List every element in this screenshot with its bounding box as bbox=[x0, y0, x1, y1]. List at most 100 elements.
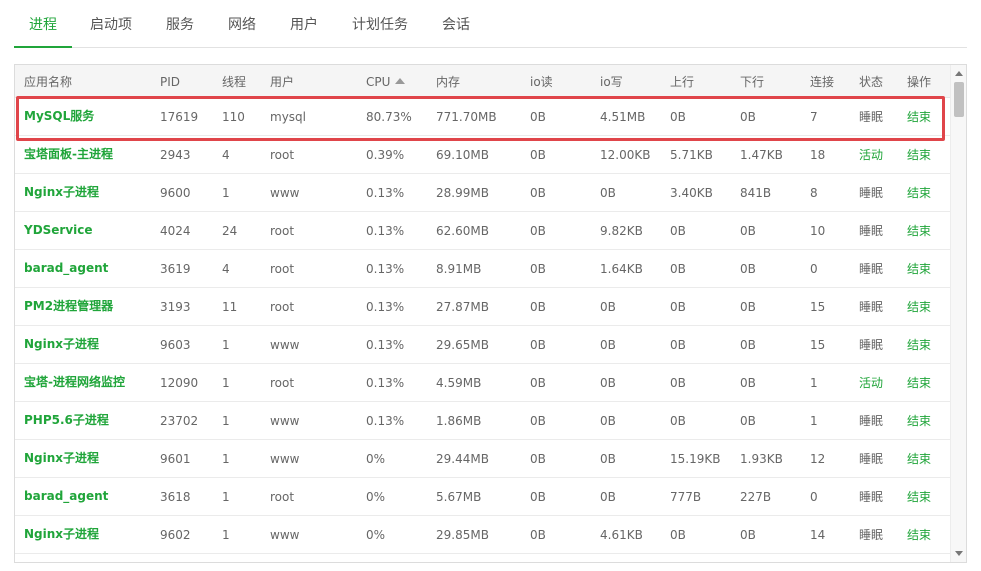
memory-cell: 4.59MB bbox=[436, 376, 482, 390]
status-cell: 活动 bbox=[859, 148, 884, 162]
pid-cell: 9600 bbox=[160, 186, 191, 200]
tab-scheduled-tasks[interactable]: 计划任务 bbox=[352, 15, 408, 35]
upload-cell: 3.40KB bbox=[670, 186, 713, 200]
tab-startup-items[interactable]: 启动项 bbox=[90, 15, 132, 35]
download-cell: 0B bbox=[740, 528, 756, 542]
tab-users[interactable]: 用户 bbox=[290, 15, 318, 35]
io-write-cell: 0B bbox=[600, 414, 616, 428]
io-read-cell: 0B bbox=[530, 224, 546, 238]
process-name: PHP5.6子进程 bbox=[24, 413, 109, 427]
io-write-cell: 0B bbox=[600, 186, 616, 200]
download-cell: 0B bbox=[740, 338, 756, 352]
column-header-memory[interactable]: 内存 bbox=[436, 74, 460, 90]
table-row[interactable]: PM2进程管理器 3193 11 root 0.13% 27.87MB 0B 0B 0B 0B 15… bbox=[15, 288, 951, 326]
process-name: Nginx子进程 bbox=[24, 527, 100, 541]
connections-cell: 18 bbox=[810, 148, 826, 162]
table-row[interactable]: Nginx子进程 9600 1 www 0.13% 28.99MB 0B 0B 3.40KB 84… bbox=[15, 174, 951, 212]
io-read-cell: 0B bbox=[530, 262, 546, 276]
status-cell: 睡眠 bbox=[859, 186, 884, 200]
table-row[interactable]: Nginx子进程 9602 1 www 0% 29.85MB 0B 4.61KB 0B 0B 14 睡… bbox=[15, 516, 951, 554]
process-name: Nginx子进程 bbox=[24, 451, 100, 465]
tab-processes[interactable]: 进程 bbox=[29, 15, 57, 35]
table-row[interactable]: YDService 4024 24 root 0.13% 62.60MB 0B 9.82KB 0… bbox=[15, 212, 951, 250]
process-table: 应用名称 PID 线程 用户 CPU 内存 io读 io写 上行 下行 连接 状… bbox=[14, 64, 967, 563]
memory-cell: 62.60MB bbox=[436, 224, 489, 238]
column-header-threads[interactable]: 线程 bbox=[222, 74, 246, 90]
process-name: 宝塔面板-主进程 bbox=[24, 147, 113, 161]
end-process-button[interactable]: 结束 bbox=[907, 478, 931, 516]
column-header-connections[interactable]: 连接 bbox=[810, 74, 834, 90]
connections-cell: 1 bbox=[810, 414, 818, 428]
column-header-cpu-wrap[interactable]: CPU bbox=[366, 74, 406, 90]
end-process-button[interactable]: 结束 bbox=[907, 516, 931, 554]
io-read-cell: 0B bbox=[530, 338, 546, 352]
tab-sessions[interactable]: 会话 bbox=[442, 15, 470, 35]
upload-cell: 0B bbox=[670, 414, 686, 428]
download-cell: 1.47KB bbox=[740, 148, 783, 162]
status-cell: 睡眠 bbox=[859, 300, 884, 314]
cpu-cell: 0% bbox=[366, 528, 386, 542]
table-row[interactable]: 宝塔-进程网络监控 12090 1 root 0.13% 4.59MB 0B 0B 0B 0B 1 活… bbox=[15, 364, 951, 402]
column-header-status[interactable]: 状态 bbox=[859, 74, 883, 90]
threads-cell: 110 bbox=[222, 110, 245, 124]
user-cell: mysql bbox=[270, 110, 306, 124]
io-write-cell: 9.82KB bbox=[600, 224, 643, 238]
cpu-cell: 80.73% bbox=[366, 110, 412, 124]
scrollbar-thumb[interactable] bbox=[954, 82, 964, 117]
cpu-cell: 0.13% bbox=[366, 300, 405, 314]
column-header-name[interactable]: 应用名称 bbox=[24, 74, 72, 90]
column-header-action: 操作 bbox=[907, 75, 932, 89]
upload-cell: 0B bbox=[670, 110, 686, 124]
end-process-button[interactable]: 结束 bbox=[907, 364, 931, 402]
tab-network[interactable]: 网络 bbox=[228, 15, 256, 35]
status-cell: 睡眠 bbox=[859, 490, 884, 504]
upload-cell: 5.71KB bbox=[670, 148, 713, 162]
user-cell: www bbox=[270, 186, 300, 200]
io-write-cell: 12.00KB bbox=[600, 148, 651, 162]
io-read-cell: 0B bbox=[530, 148, 546, 162]
table-row[interactable]: 宝塔面板-主进程 2943 4 root 0.39% 69.10MB 0B 12.00KB 5.… bbox=[15, 136, 951, 174]
end-process-button[interactable]: 结束 bbox=[907, 250, 931, 288]
table-row[interactable]: Nginx子进程 9601 1 www 0% 29.44MB 0B 0B 15.19KB 1.93… bbox=[15, 440, 951, 478]
table-row[interactable]: PHP5.6子进程 23702 1 www 0.13% 1.86MB 0B 0B 0B 0B 1 睡眠… bbox=[15, 402, 951, 440]
end-process-button[interactable]: 结束 bbox=[907, 174, 931, 212]
column-header-io-write[interactable]: io写 bbox=[600, 74, 623, 90]
end-process-button[interactable]: 结束 bbox=[907, 326, 931, 364]
vertical-scrollbar[interactable] bbox=[950, 65, 966, 562]
pid-cell: 17619 bbox=[160, 110, 199, 124]
column-header-cpu[interactable]: CPU bbox=[366, 75, 390, 89]
scroll-down-arrow-icon[interactable] bbox=[955, 551, 963, 556]
io-write-cell: 1.64KB bbox=[600, 262, 643, 276]
pid-cell: 9603 bbox=[160, 338, 191, 352]
end-process-button[interactable]: 结束 bbox=[907, 402, 931, 440]
tab-services[interactable]: 服务 bbox=[166, 15, 194, 35]
end-process-button[interactable]: 结束 bbox=[907, 288, 931, 326]
end-process-button[interactable]: 结束 bbox=[907, 98, 931, 136]
connections-cell: 0 bbox=[810, 262, 818, 276]
column-header-upload[interactable]: 上行 bbox=[670, 74, 694, 90]
column-header-download[interactable]: 下行 bbox=[740, 74, 764, 90]
table-row[interactable]: barad_agent 3618 1 root 0% 5.67MB 0B 0B 777B 227B… bbox=[15, 478, 951, 516]
table-row[interactable]: barad_agent 3619 4 root 0.13% 8.91MB 0B 1.64KB 0… bbox=[15, 250, 951, 288]
end-process-button[interactable]: 结束 bbox=[907, 440, 931, 478]
download-cell: 0B bbox=[740, 262, 756, 276]
io-write-cell: 0B bbox=[600, 300, 616, 314]
end-process-button[interactable]: 结束 bbox=[907, 212, 931, 250]
table-row[interactable]: MySQL服务 17619 110 mysql 80.73% 771.70MB 0B 4.51… bbox=[15, 98, 951, 136]
scroll-up-arrow-icon[interactable] bbox=[955, 71, 963, 76]
memory-cell: 29.85MB bbox=[436, 528, 489, 542]
memory-cell: 69.10MB bbox=[436, 148, 489, 162]
threads-cell: 1 bbox=[222, 414, 230, 428]
column-header-pid[interactable]: PID bbox=[160, 74, 180, 90]
column-header-io-read[interactable]: io读 bbox=[530, 74, 553, 90]
table-row[interactable]: Nginx子进程 9603 1 www 0.13% 29.65MB 0B 0B 0B 0B 15 睡眠… bbox=[15, 326, 951, 364]
cpu-cell: 0.13% bbox=[366, 414, 405, 428]
connections-cell: 15 bbox=[810, 300, 826, 314]
user-cell: root bbox=[270, 148, 295, 162]
cpu-cell: 0% bbox=[366, 490, 386, 504]
column-header-user[interactable]: 用户 bbox=[270, 74, 294, 90]
end-process-button[interactable]: 结束 bbox=[907, 136, 931, 174]
io-write-cell: 4.51MB bbox=[600, 110, 646, 124]
upload-cell: 0B bbox=[670, 338, 686, 352]
connections-cell: 7 bbox=[810, 110, 818, 124]
